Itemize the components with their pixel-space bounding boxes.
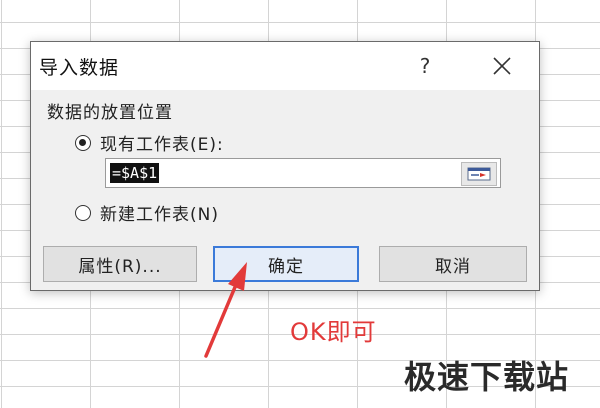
site-watermark: 极速下载站 [404,358,570,396]
annotation-text: OK即可 [290,318,377,346]
